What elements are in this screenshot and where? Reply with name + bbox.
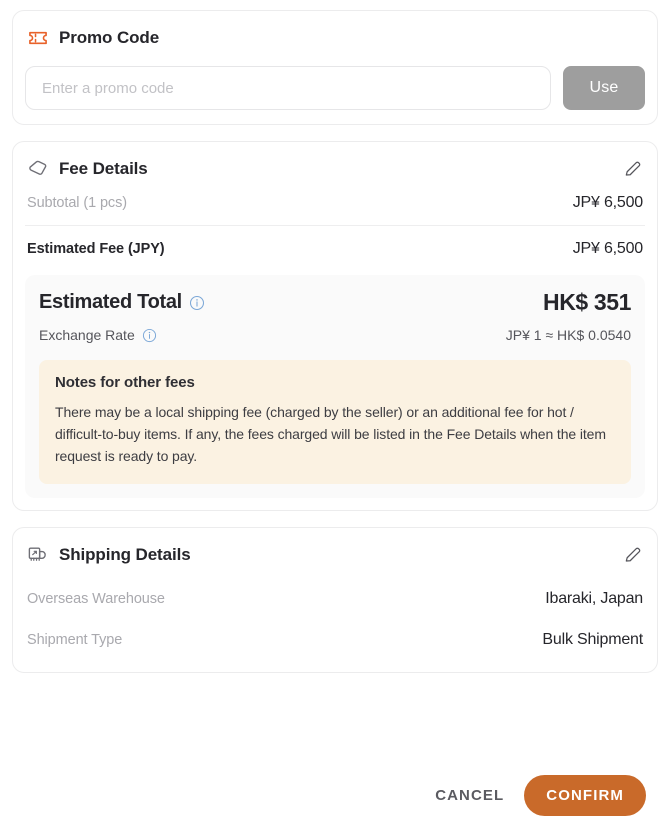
info-icon[interactable] (189, 295, 205, 311)
confirm-button[interactable]: CONFIRM (524, 775, 646, 816)
promo-code-input[interactable] (25, 66, 551, 110)
fee-details-title: Fee Details (59, 159, 148, 179)
fee-row-label: Subtotal (1 pcs) (27, 195, 127, 211)
table-row: Estimated Fee (JPY) JP¥ 6,500 (25, 225, 645, 271)
exchange-rate-value: JP¥ 1 ≈ HK$ 0.0540 (506, 327, 631, 343)
shipping-row-label: Shipment Type (27, 632, 122, 648)
notes-title: Notes for other fees (55, 374, 615, 391)
fee-row-label: Estimated Fee (JPY) (27, 241, 165, 257)
estimated-total-row: Estimated Total HK$ 351 (39, 289, 631, 316)
fee-details-header: Fee Details (25, 158, 645, 180)
fee-row-value: JP¥ 6,500 (573, 194, 643, 212)
checkout-summary-page: Promo Code Use Fee Details (0, 0, 670, 834)
exchange-rate-label-group: Exchange Rate (39, 327, 157, 343)
exchange-rate-label: Exchange Rate (39, 327, 135, 343)
estimated-total-label: Estimated Total (39, 291, 182, 314)
table-row: Subtotal (1 pcs) JP¥ 6,500 (25, 180, 645, 225)
promo-code-card: Promo Code Use (12, 10, 658, 125)
estimated-total-label-group: Estimated Total (39, 291, 205, 314)
fee-row-value: JP¥ 6,500 (573, 240, 643, 258)
action-bar: CANCEL CONFIRM (12, 775, 658, 834)
table-row: Shipment Type Bulk Shipment (25, 619, 645, 660)
estimated-total-block: Estimated Total HK$ 351 Exchange Rate (25, 275, 645, 498)
shipping-details-card: Shipping Details Overseas Warehouse Ibar… (12, 527, 658, 673)
info-icon[interactable] (142, 328, 157, 343)
fee-details-card: Fee Details Subtotal (1 pcs) JP¥ 6,500 E… (12, 141, 658, 511)
promo-code-form: Use (25, 66, 645, 110)
notes-for-other-fees: Notes for other fees There may be a loca… (39, 360, 631, 484)
fee-rows: Subtotal (1 pcs) JP¥ 6,500 Estimated Fee… (25, 180, 645, 271)
shipping-row-label: Overseas Warehouse (27, 591, 165, 607)
pencil-icon (623, 159, 643, 179)
shipping-rows: Overseas Warehouse Ibaraki, Japan Shipme… (25, 578, 645, 660)
use-promo-button[interactable]: Use (563, 66, 645, 110)
truck-icon (27, 544, 49, 566)
notes-body: There may be a local shipping fee (charg… (55, 401, 615, 467)
table-row: Overseas Warehouse Ibaraki, Japan (25, 578, 645, 619)
ticket-icon (27, 27, 49, 49)
shipping-row-value: Ibaraki, Japan (545, 590, 643, 608)
promo-code-header: Promo Code (25, 27, 645, 49)
shipping-details-title: Shipping Details (59, 545, 191, 565)
edit-shipping-details-button[interactable] (623, 545, 643, 565)
shipping-row-value: Bulk Shipment (542, 631, 643, 649)
tag-icon (27, 158, 49, 180)
pencil-icon (623, 545, 643, 565)
promo-code-title: Promo Code (59, 28, 159, 48)
exchange-rate-row: Exchange Rate JP¥ 1 ≈ HK$ 0.0540 (39, 327, 631, 343)
edit-fee-details-button[interactable] (623, 159, 643, 179)
cancel-button[interactable]: CANCEL (427, 777, 512, 814)
shipping-details-header: Shipping Details (25, 544, 645, 566)
estimated-total-amount: HK$ 351 (543, 289, 631, 316)
